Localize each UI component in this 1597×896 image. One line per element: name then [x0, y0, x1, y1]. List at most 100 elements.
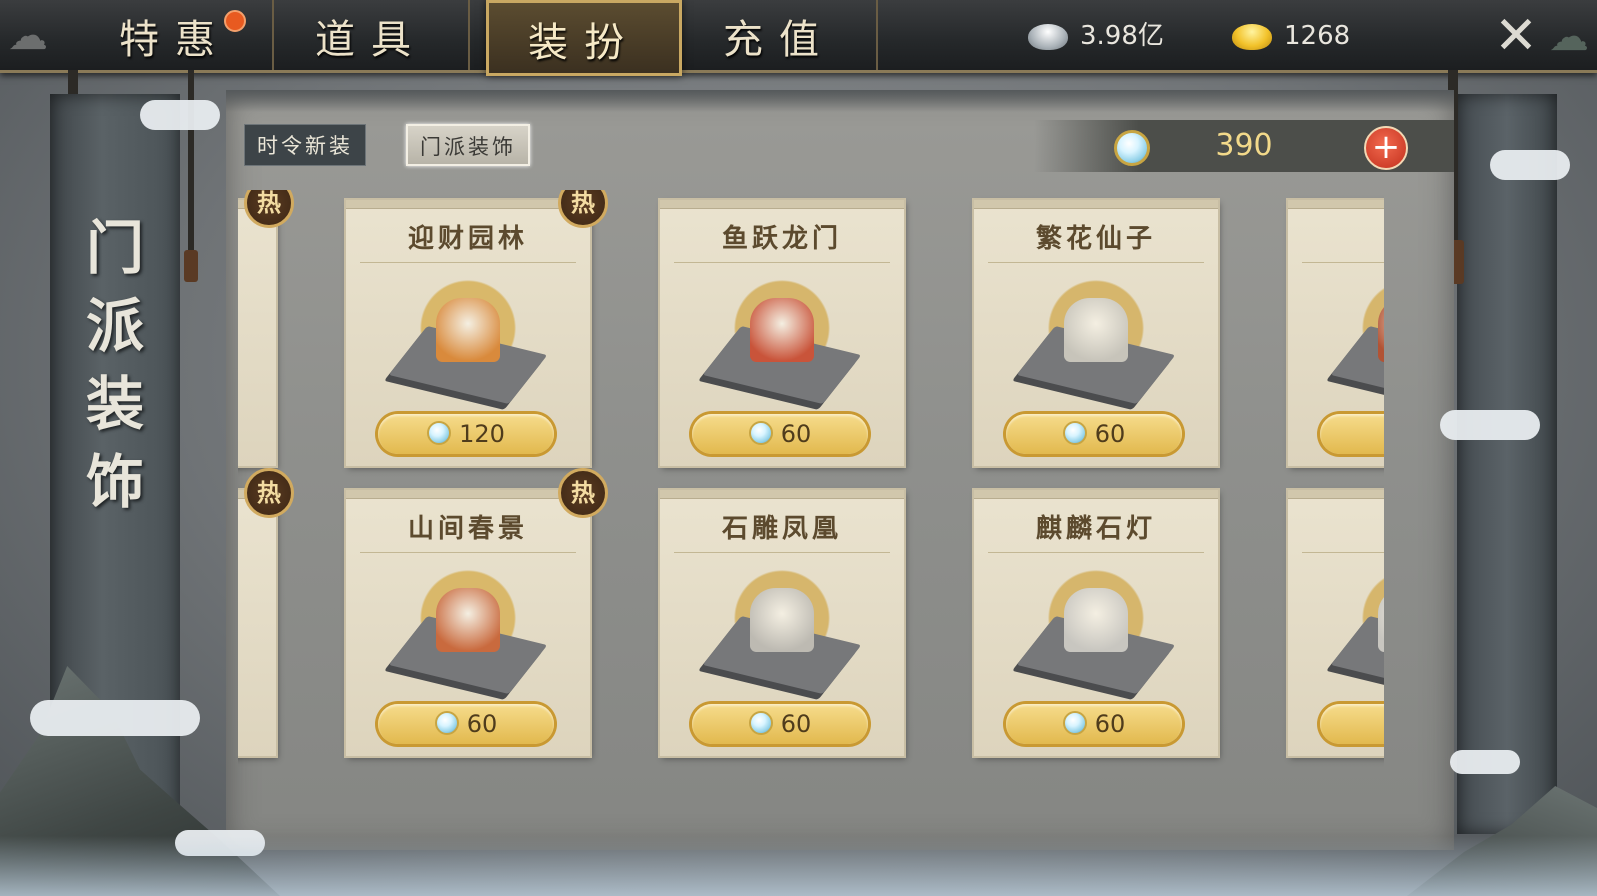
cloud-ornament-icon: ☁	[1549, 14, 1589, 60]
card-divider	[360, 552, 576, 553]
buy-price-button[interactable]: 60	[692, 414, 868, 454]
shop-panel: 时令新装 门派装饰 390 + 热 热 迎财园林 120 热鱼跃龙门 60 繁花仙子 60…	[226, 90, 1454, 850]
item-card[interactable]: 迎财园林 120	[346, 200, 590, 466]
jade-orb-icon	[748, 421, 773, 445]
item-name: 山间春景	[407, 514, 528, 544]
close-x-icon[interactable]: ✕	[1491, 10, 1541, 62]
silver-ingot-icon	[1028, 23, 1068, 50]
item-preview-image	[1330, 280, 1384, 405]
buy-price-button[interactable]: 60	[1006, 704, 1182, 744]
side-title-char: 门	[85, 214, 144, 282]
cloud-decoration	[1450, 750, 1520, 774]
preview-feature	[1064, 588, 1128, 652]
cloud-ornament-icon: ☁	[8, 13, 48, 59]
side-title-char: 饰	[85, 448, 144, 516]
buy-price-button[interactable]	[1320, 414, 1384, 454]
tassel-icon	[184, 250, 198, 282]
item-card-partial[interactable]	[238, 490, 276, 756]
gold-ingot-icon	[1232, 23, 1272, 50]
side-title: 门 派 装 饰	[50, 209, 180, 521]
card-divider	[988, 262, 1204, 263]
preview-feature	[750, 588, 814, 652]
card-divider	[674, 262, 890, 263]
item-grid: 热 热 迎财园林120热鱼跃龙门60繁花仙子60春山间春景60热石雕凤凰60麒麟…	[238, 190, 1384, 790]
item-name: 麒麟石灯	[1035, 514, 1156, 544]
item-preview-image	[1016, 570, 1176, 695]
buy-price-button[interactable]: 120	[378, 414, 554, 454]
item-card[interactable]: 凤	[1288, 490, 1384, 756]
mist-overlay	[0, 836, 1597, 896]
buy-price-button[interactable]: 60	[692, 704, 868, 744]
item-name: 石雕凤凰	[721, 514, 842, 544]
item-card[interactable]: 春	[1288, 200, 1384, 466]
tab-label: 装扮	[528, 20, 640, 66]
buy-price-button[interactable]: 60	[378, 704, 554, 744]
subtab-sect-decorations[interactable]: 门派装饰	[406, 124, 530, 166]
preview-feature	[436, 298, 500, 362]
gold-amount: 1268	[1284, 21, 1351, 51]
tab-special-offers[interactable]: 特惠	[78, 0, 274, 70]
item-price: 60	[780, 710, 812, 738]
item-name: 凤	[1288, 508, 1384, 545]
hot-badge-icon: 热	[244, 468, 294, 518]
jade-orb-icon	[434, 711, 459, 735]
item-card[interactable]: 山间春景 60	[346, 490, 590, 756]
item-price: 60	[1094, 420, 1126, 448]
side-title-char: 派	[85, 292, 144, 360]
buy-price-button[interactable]: 60	[1006, 414, 1182, 454]
subtab-seasonal-outfits[interactable]: 时令新装	[244, 124, 366, 166]
cloud-decoration	[1440, 410, 1540, 440]
card-divider	[1302, 262, 1384, 263]
tab-label: 充值	[723, 17, 835, 63]
jade-orb-icon	[1114, 130, 1150, 166]
notification-dot-icon	[224, 10, 246, 32]
cloud-decoration	[30, 700, 200, 736]
card-divider	[1302, 552, 1384, 553]
cloud-decoration	[140, 100, 220, 130]
item-price: 60	[466, 710, 498, 738]
add-jade-button[interactable]: +	[1364, 126, 1408, 170]
card-divider	[360, 262, 576, 263]
preview-base	[1330, 615, 1384, 695]
buy-price-button[interactable]	[1320, 704, 1384, 744]
item-name: 鱼跃龙门	[721, 224, 842, 254]
item-preview-image	[1016, 280, 1176, 405]
ink-border	[226, 90, 1454, 112]
preview-feature	[436, 588, 500, 652]
preview-feature	[1064, 298, 1128, 362]
jade-balance-bar: 390 +	[1034, 120, 1454, 172]
item-card[interactable]: 石雕凤凰 60	[660, 490, 904, 756]
card-divider	[988, 552, 1204, 553]
item-preview-image	[702, 280, 862, 405]
item-card-partial[interactable]	[238, 200, 276, 466]
jade-orb-icon	[1062, 421, 1087, 445]
gold-currency: 1268	[1232, 16, 1350, 56]
jade-balance-value: 390	[1215, 128, 1273, 163]
right-scroll-frame	[1457, 94, 1557, 834]
tab-dress-up[interactable]: 装扮	[486, 0, 682, 76]
silver-amount: 3.98亿	[1080, 21, 1164, 51]
jade-orb-icon	[1062, 711, 1087, 735]
top-bar: ☁ 特惠 道具 装扮 充值 3.98亿 1268 ✕ ☁	[0, 0, 1597, 76]
hot-badge-icon: 热	[558, 468, 608, 518]
item-name: 迎财园林	[407, 224, 528, 254]
side-title-char: 装	[85, 370, 144, 438]
tab-items[interactable]: 道具	[274, 0, 470, 70]
cloud-decoration	[1490, 150, 1570, 180]
item-price: 60	[1094, 710, 1126, 738]
item-card[interactable]: 鱼跃龙门 60	[660, 200, 904, 466]
item-name: 繁花仙子	[1035, 224, 1156, 254]
item-preview-image	[388, 280, 548, 405]
item-preview-image	[702, 570, 862, 695]
preview-feature	[750, 298, 814, 362]
item-preview-image	[1330, 570, 1384, 695]
item-card[interactable]: 繁花仙子 60	[974, 200, 1218, 466]
item-price: 60	[780, 420, 812, 448]
card-divider	[674, 552, 890, 553]
jade-orb-icon	[427, 421, 452, 445]
item-preview-image	[388, 570, 548, 695]
item-price: 120	[459, 420, 505, 448]
item-card[interactable]: 麒麟石灯 60	[974, 490, 1218, 756]
tab-recharge[interactable]: 充值	[682, 0, 878, 70]
item-name: 春	[1288, 218, 1384, 255]
